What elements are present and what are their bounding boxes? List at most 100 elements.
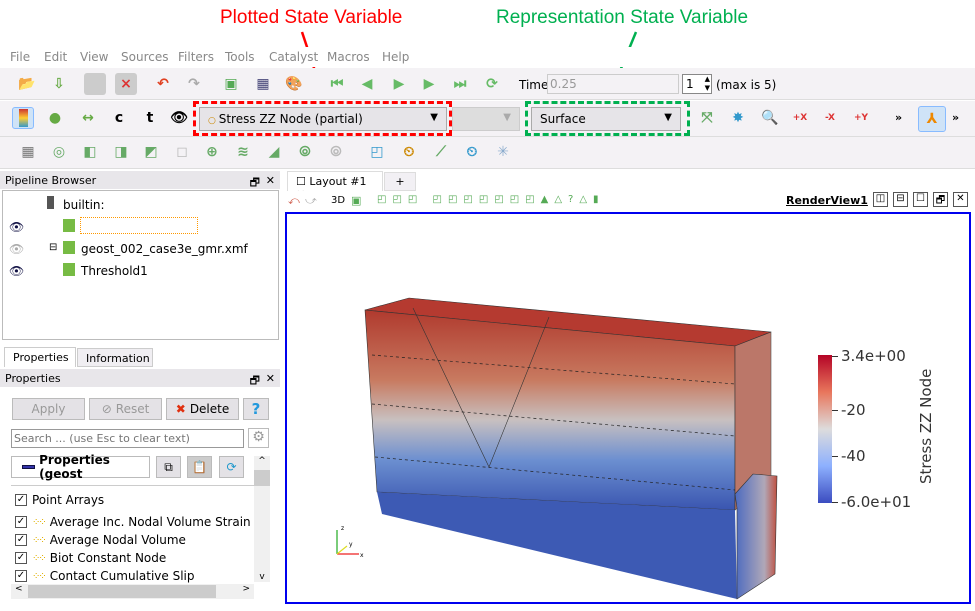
plot-over-line-icon[interactable]: ⟋	[430, 141, 452, 163]
pipeline-item-builtin[interactable]: builtin:	[63, 198, 105, 212]
vertical-scrollbar[interactable]: ^ v	[254, 456, 270, 582]
component-select[interactable]: ▼	[452, 107, 520, 131]
menu-catalyst[interactable]: Catalyst	[269, 50, 318, 64]
menu-filters[interactable]: Filters	[178, 50, 214, 64]
clip-icon[interactable]: ◧	[79, 141, 101, 163]
eye-visible-icon[interactable]: 👁	[9, 220, 24, 234]
glyph-icon[interactable]: ⊕	[201, 141, 223, 163]
checkbox[interactable]: ✓	[15, 552, 27, 564]
pick-center-icon[interactable]: ▦	[252, 73, 274, 95]
advanced-settings-gear-icon[interactable]: ⚙	[248, 428, 269, 448]
checkbox[interactable]: ✓	[15, 534, 27, 546]
tab-information[interactable]: Information	[77, 348, 153, 367]
extract-selection-icon[interactable]: ◰	[366, 141, 388, 163]
pipeline-item-threshold[interactable]: Threshold1	[81, 264, 148, 278]
capture-screenshot-icon[interactable]: ▣	[351, 194, 361, 207]
group-datasets-icon[interactable]: ⦾	[294, 141, 316, 163]
pipeline-item-rename-field[interactable]: geost_002_case3e.xmf	[80, 217, 221, 234]
array-item[interactable]: ✓ ⁘⁘ Contact Cumulative Slip	[15, 569, 194, 583]
menu-tools[interactable]: Tools	[225, 50, 255, 64]
toolbar-overflow-button-2[interactable]: »	[952, 111, 959, 124]
rescale-temporal-range-icon[interactable]: t	[139, 107, 161, 129]
tab-properties[interactable]: Properties	[4, 347, 76, 367]
orientation-axes-icon[interactable]: ⅄	[918, 106, 946, 132]
first-frame-icon[interactable]: ⏮	[326, 73, 348, 95]
help-button[interactable]: ?	[243, 398, 269, 420]
menu-view[interactable]: View	[80, 50, 108, 64]
array-item[interactable]: ✓ ⁘⁘ Average Inc. Nodal Volume Strain	[15, 515, 251, 529]
palette-icon[interactable]: 🎨	[283, 73, 305, 95]
toolbar-overflow-button[interactable]: »	[895, 111, 902, 124]
play-icon[interactable]: ▶	[388, 73, 410, 95]
load-state-icon[interactable]: ⇩	[48, 73, 70, 95]
reset-camera-icon[interactable]: ⤧	[696, 107, 718, 129]
warp-by-vector-icon[interactable]: ◢	[263, 141, 285, 163]
model-3d[interactable]: z y x	[287, 214, 969, 602]
loop-icon[interactable]: ⟳	[481, 73, 503, 95]
eye-hidden-icon[interactable]: 👁	[9, 242, 24, 256]
view-plus-x-icon[interactable]: +X	[789, 107, 811, 129]
menu-help[interactable]: Help	[382, 50, 409, 64]
view-minus-x-icon[interactable]: -X	[819, 107, 841, 129]
spin-arrows-icon[interactable]: ▲ ▼	[705, 75, 710, 93]
checkbox[interactable]: ✓	[15, 570, 27, 582]
previous-frame-icon[interactable]: ◀	[356, 73, 378, 95]
rescale-visible-range-icon[interactable]: 👁	[168, 107, 190, 129]
apply-button[interactable]: Apply	[12, 398, 85, 420]
undo-icon[interactable]: ↶	[152, 73, 174, 95]
contour-icon[interactable]: ◎	[48, 141, 70, 163]
camera-redo-icon[interactable]: ⤻	[305, 194, 317, 208]
plot-selection-over-time-icon[interactable]: ⏲	[398, 141, 420, 163]
zoom-to-data-icon[interactable]: ✸	[727, 107, 749, 129]
rescale-range-icon[interactable]: ↔	[77, 107, 99, 129]
extract-level-icon[interactable]: ⦾	[325, 141, 347, 163]
menu-file[interactable]: File	[10, 50, 30, 64]
next-frame-icon[interactable]: ▶	[418, 73, 440, 95]
disconnect-icon[interactable]: ×	[115, 73, 137, 95]
cell-centers-icon[interactable]: ✳	[492, 141, 514, 163]
new-layout-tab-button[interactable]: +	[384, 172, 416, 191]
split-horizontal-icon[interactable]: ◫	[873, 192, 888, 207]
selection-tools-icons[interactable]: ◰◰◰ ◰◰◰◰◰◰◰▲△?△▮	[377, 194, 605, 205]
extract-subset-icon[interactable]: ◻	[171, 141, 193, 163]
camera-undo-icon[interactable]: ⤺	[288, 194, 300, 208]
edit-color-map-icon[interactable]: ●	[44, 107, 66, 129]
array-item[interactable]: ✓ ⁘⁘ Biot Constant Node	[15, 551, 166, 565]
eye-visible-icon[interactable]: 👁	[9, 264, 24, 278]
tab-layout-1[interactable]: ☐ Layout #1 ✕	[287, 171, 383, 201]
redo-icon[interactable]: ↷	[183, 73, 205, 95]
threshold-icon[interactable]: ◩	[140, 141, 162, 163]
checkbox[interactable]: ✓	[15, 494, 27, 506]
properties-search-input[interactable]	[11, 429, 244, 448]
zoom-to-box-icon[interactable]: 🔍	[759, 107, 781, 129]
render-view[interactable]: z y x 3.4e+00 -20 -40 -6.0e+01 Stress ZZ…	[285, 212, 971, 604]
reset-button[interactable]: ⊘ Reset	[89, 398, 162, 420]
calculator-icon[interactable]: ▦	[17, 141, 39, 163]
menu-edit[interactable]: Edit	[44, 50, 67, 64]
time-input[interactable]: 0.25	[547, 74, 679, 94]
array-item[interactable]: ✓ ⁘⁘ Average Nodal Volume	[15, 533, 186, 547]
delete-button[interactable]: ✖ Delete	[166, 398, 239, 420]
close-icon[interactable]: ✕	[266, 372, 275, 385]
menu-sources[interactable]: Sources	[121, 50, 168, 64]
last-frame-icon[interactable]: ⏭	[449, 73, 471, 95]
connect-icon[interactable]	[84, 73, 106, 95]
properties-section-toggle[interactable]: Properties (geost	[11, 453, 150, 481]
plot-data-over-time-icon[interactable]: ⏲	[461, 141, 483, 163]
stream-tracer-icon[interactable]: ≋	[232, 141, 254, 163]
maximize-icon[interactable]: ☐	[913, 192, 928, 207]
view-plus-y-icon[interactable]: +Y	[850, 107, 872, 129]
collapse-icon[interactable]: ⊟	[49, 242, 57, 253]
rescale-custom-range-icon[interactable]: c	[108, 107, 130, 129]
color-legend-bar[interactable]	[818, 355, 832, 503]
open-icon[interactable]: 📂	[16, 73, 38, 95]
copy-properties-button[interactable]: ⧉	[156, 456, 181, 478]
menu-macros[interactable]: Macros	[327, 50, 370, 64]
paste-properties-button[interactable]: 📋	[187, 456, 212, 478]
undock-view-icon[interactable]: 🗗	[933, 192, 948, 207]
find-data-icon[interactable]: ▣	[220, 73, 242, 95]
slice-icon[interactable]: ◨	[110, 141, 132, 163]
restore-defaults-button[interactable]: ⟳	[219, 456, 244, 478]
split-vertical-icon[interactable]: ⊟	[893, 192, 908, 207]
undock-icon[interactable]: 🗗	[250, 372, 260, 391]
